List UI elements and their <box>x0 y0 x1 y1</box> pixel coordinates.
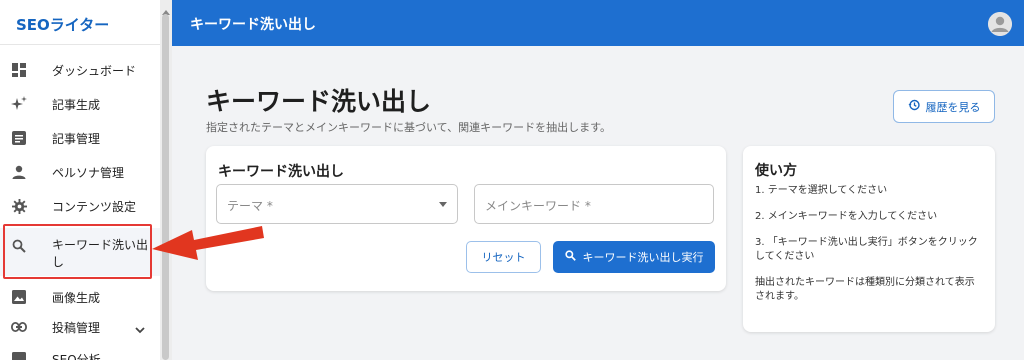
app-header: キーワード洗い出し <box>172 0 1024 46</box>
sidebar-item-article-generation[interactable]: 記事生成 <box>0 87 160 121</box>
article-icon <box>11 130 27 146</box>
theme-select[interactable]: テーマ * <box>216 184 458 224</box>
keyword-form-card: キーワード洗い出し テーマ * メインキーワード * リセット キーワード洗い出… <box>206 146 726 291</box>
sidebar-item-label: コンテンツ設定 <box>52 199 137 214</box>
sidebar-item-seo-analysis[interactable]: SEO分析 <box>0 342 160 360</box>
page-title: キーワード洗い出し <box>206 87 432 116</box>
sidebar-item-label: 記事管理 <box>52 131 101 146</box>
sidebar-item-dashboard[interactable]: ダッシュボード <box>0 53 160 87</box>
annotation-arrow-icon <box>152 226 264 260</box>
chart-icon <box>11 351 27 360</box>
chevron-down-icon[interactable] <box>134 321 146 334</box>
person-icon <box>11 164 27 180</box>
execute-keyword-extraction-button[interactable]: キーワード洗い出し実行 <box>553 241 715 273</box>
account-circle-icon[interactable] <box>988 12 1012 36</box>
search-icon <box>564 250 576 264</box>
gear-icon <box>11 198 27 214</box>
view-history-label: 履歴を見る <box>925 100 981 114</box>
sidebar-item-label: ペルソナ管理 <box>52 165 125 180</box>
execute-button-label: キーワード洗い出し実行 <box>582 251 704 264</box>
sidebar-item-label: 投稿管理 <box>52 320 101 335</box>
sidebar-scrollbar-thumb[interactable] <box>162 14 169 360</box>
sidebar-item-label: ダッシュボード <box>52 63 137 78</box>
brand-logo[interactable]: SEOライター <box>16 14 109 35</box>
sidebar-item-image-generation[interactable]: 画像生成 <box>0 280 160 314</box>
sidebar-divider <box>0 44 160 45</box>
help-note: 抽出されたキーワードは種類別に分類されて表示されます。 <box>755 277 975 302</box>
annotation-highlight-box <box>3 224 152 279</box>
sidebar: SEOライター ダッシュボード 記事生成 記事管理 ペルソナ管理 コンテンツ設定 <box>0 0 160 360</box>
dashboard-icon <box>11 62 27 78</box>
sidebar-item-label: 記事生成 <box>52 97 101 112</box>
theme-select-placeholder: テーマ * <box>227 199 273 213</box>
main-keyword-placeholder: メインキーワード * <box>485 199 591 213</box>
link-icon <box>11 319 27 335</box>
sidebar-item-post-management[interactable]: 投稿管理 <box>0 310 160 344</box>
sidebar-item-label: 画像生成 <box>52 290 101 305</box>
help-step-1: 1. テーマを選択してください <box>755 185 888 196</box>
main-keyword-input[interactable]: メインキーワード * <box>474 184 714 224</box>
page-description: 指定されたテーマとメインキーワードに基づいて、関連キーワードを抽出します。 <box>206 121 612 134</box>
sidebar-item-label: SEO分析 <box>52 352 101 360</box>
dropdown-arrow-icon <box>439 202 447 207</box>
sparkle-icon <box>11 96 27 112</box>
help-step-2: 2. メインキーワードを入力してください <box>755 211 938 222</box>
scroll-up-arrow-icon[interactable] <box>162 2 170 15</box>
view-history-button[interactable]: 履歴を見る <box>893 90 995 123</box>
usage-help-card: 使い方 1. テーマを選択してください 2. メインキーワードを入力してください… <box>743 146 995 332</box>
image-icon <box>11 289 27 305</box>
form-card-title: キーワード洗い出し <box>218 164 344 180</box>
help-step-3: 3. 「キーワード洗い出し実行」ボタンをクリックしてください <box>755 237 978 262</box>
help-card-title: 使い方 <box>755 163 797 179</box>
sidebar-item-content-settings[interactable]: コンテンツ設定 <box>0 189 160 223</box>
history-icon <box>908 99 920 114</box>
sidebar-item-persona[interactable]: ペルソナ管理 <box>0 155 160 189</box>
sidebar-item-article-management[interactable]: 記事管理 <box>0 121 160 155</box>
header-title: キーワード洗い出し <box>190 17 316 33</box>
reset-button[interactable]: リセット <box>466 241 541 273</box>
